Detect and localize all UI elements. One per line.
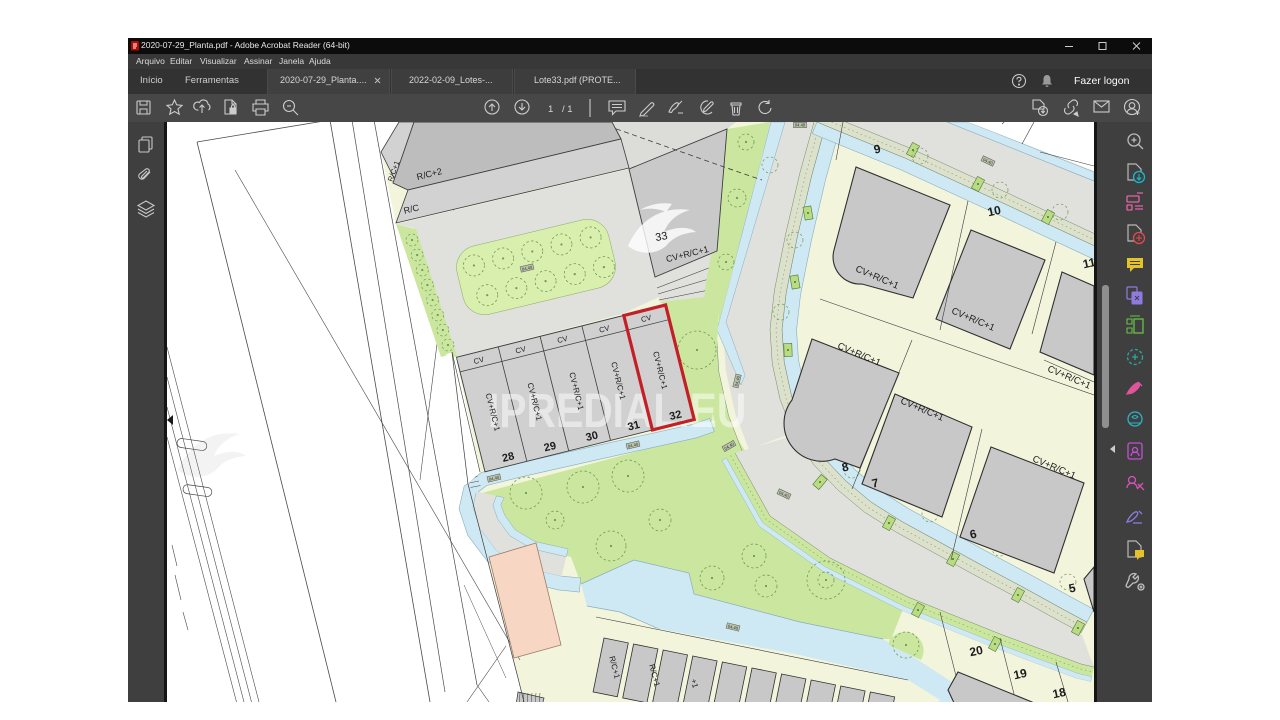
svg-text:04.40: 04.40 xyxy=(795,123,806,128)
svg-text:11: 11 xyxy=(1082,255,1094,271)
svg-text:/ 1: / 1 xyxy=(562,104,573,115)
svg-text:1: 1 xyxy=(548,104,553,115)
svg-text:33: 33 xyxy=(654,230,668,244)
